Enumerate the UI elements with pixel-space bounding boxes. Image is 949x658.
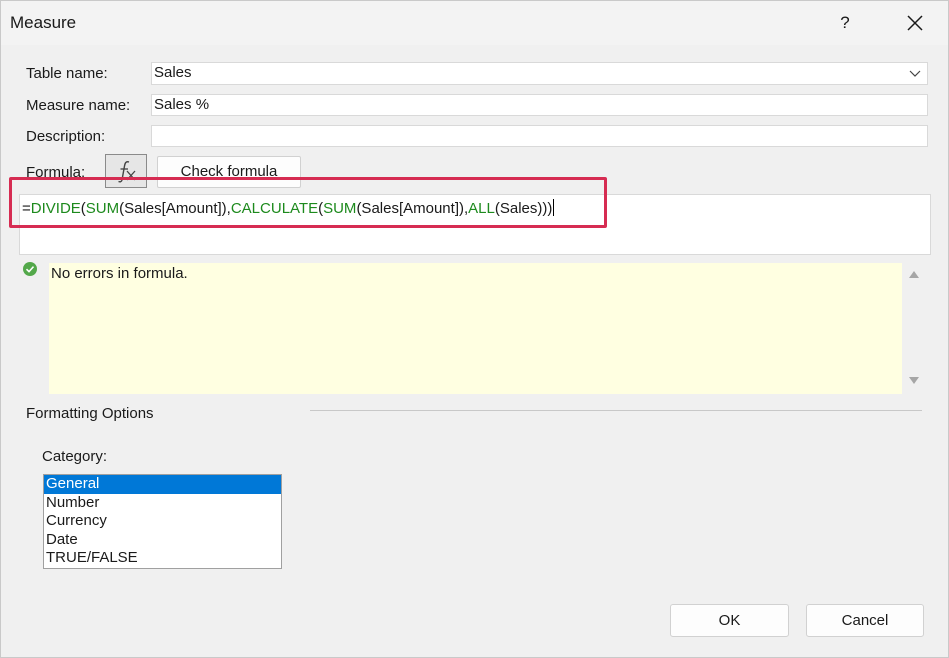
formula-token: (Sales[Amount]), [356,200,469,217]
check-formula-button[interactable]: Check formula [157,156,301,188]
formula-text: =DIVIDE(SUM(Sales[Amount]),CALCULATE(SUM… [22,199,555,217]
formula-function-token: ALL [468,200,495,217]
cancel-button[interactable]: Cancel [806,604,924,637]
dialog-title: Measure [10,13,77,32]
category-item-general[interactable]: General [44,475,281,494]
section-divider [310,410,922,411]
ok-button[interactable]: OK [670,604,789,637]
formula-label: Formula: [26,164,86,181]
check-circle-icon [23,262,37,276]
measure-dialog: Measure ? Table name: Sales Measure name… [0,0,949,658]
formula-function-token: DIVIDE [30,200,81,217]
category-listbox[interactable]: General Number Currency Date TRUE/FALSE [43,474,282,569]
close-icon [907,15,923,31]
title-bar[interactable]: Measure ? [1,1,948,45]
category-item-date[interactable]: Date [44,531,281,550]
formula-function-token: SUM [85,200,120,217]
function-fx-icon [118,161,136,183]
scroll-down-arrow-icon[interactable] [908,376,920,386]
table-name-select[interactable]: Sales [151,62,928,85]
chevron-down-icon [909,70,921,77]
status-message: No errors in formula. [51,265,188,282]
formula-token: (Sales))) [494,200,553,217]
formula-function-token: SUM [323,200,357,217]
formatting-options-label: Formatting Options [26,405,154,422]
description-label: Description: [26,128,106,145]
description-input[interactable] [151,125,928,147]
help-button[interactable]: ? [831,9,859,37]
measure-name-value: Sales % [154,96,210,113]
close-button[interactable] [899,7,931,39]
text-cursor [553,199,555,216]
formula-editor[interactable]: =DIVIDE(SUM(Sales[Amount]),CALCULATE(SUM… [19,194,931,255]
formula-token: = [22,200,31,217]
formula-token: (Sales[Amount]), [119,200,231,217]
category-item-number[interactable]: Number [44,494,281,513]
insert-function-button[interactable] [105,154,147,188]
formula-status-panel: No errors in formula. [49,263,902,394]
formula-function-token: CALCULATE [230,200,319,217]
category-label: Category: [42,448,108,465]
category-item-currency[interactable]: Currency [44,512,281,531]
measure-name-label: Measure name: [26,97,131,114]
measure-name-input[interactable]: Sales % [151,94,928,116]
category-item-true-false[interactable]: TRUE/FALSE [44,549,281,568]
table-name-value: Sales [154,64,192,81]
scroll-up-arrow-icon[interactable] [908,269,920,279]
table-name-label: Table name: [26,65,108,82]
